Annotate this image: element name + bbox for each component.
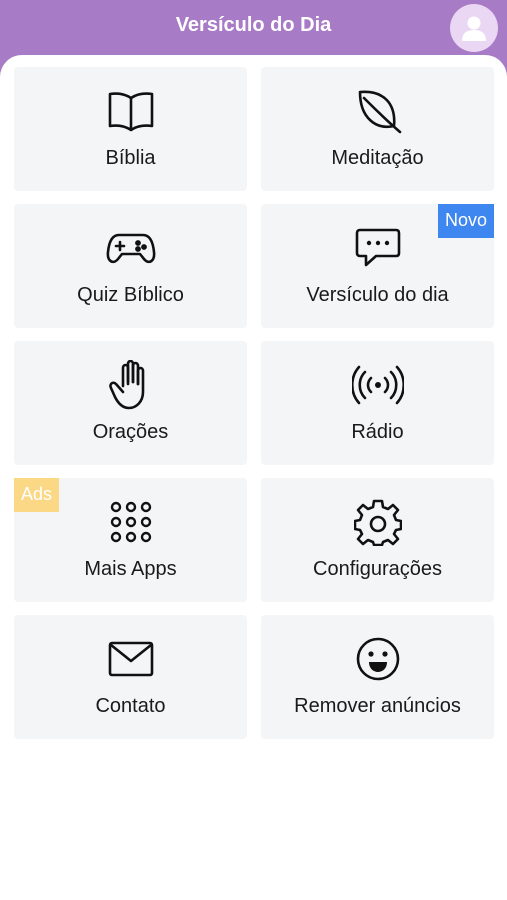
tile-configuracoes[interactable]: Configurações (261, 478, 494, 602)
ads-badge: Ads (14, 478, 60, 512)
tile-label: Orações (92, 421, 169, 443)
menu-grid: Bíblia Meditação Quiz Bíblico Versículo … (0, 55, 507, 900)
tile-oracoes[interactable]: Orações (14, 341, 247, 465)
tile-radio[interactable]: Rádio (261, 341, 494, 465)
tile-label: Mais Apps (84, 558, 177, 580)
avatar[interactable] (450, 4, 498, 52)
radio-broadcast-icon (261, 361, 494, 409)
tile-label: Configurações (313, 558, 442, 580)
tile-label: Contato (95, 695, 166, 717)
tile-label: Remover anúncios (294, 695, 461, 717)
tile-versiculo-do-dia[interactable]: Versículo do dia Novo (261, 204, 494, 328)
tile-biblia[interactable]: Bíblia (14, 67, 247, 191)
tile-label: Quiz Bíblico (77, 284, 184, 306)
app-header: Versículo do Dia (0, 0, 507, 60)
tile-quiz-biblico[interactable]: Quiz Bíblico (14, 204, 247, 328)
tile-label: Bíblia (105, 147, 156, 169)
tile-label: Versículo do dia (306, 284, 449, 306)
hand-icon (14, 360, 247, 410)
smiley-icon (261, 635, 494, 683)
tile-remover-anuncios[interactable]: Remover anúncios (261, 615, 494, 739)
new-badge: Novo (437, 204, 494, 238)
user-icon (459, 13, 489, 43)
tile-contato[interactable]: Contato (14, 615, 247, 739)
page-title: Versículo do Dia (175, 14, 332, 36)
tile-mais-apps[interactable]: Mais Apps Ads (14, 478, 247, 602)
tile-meditacao[interactable]: Meditação (261, 67, 494, 191)
leaf-icon (261, 87, 494, 135)
tile-label: Rádio (351, 421, 404, 443)
gamepad-icon (14, 224, 247, 272)
tile-label: Meditação (331, 147, 424, 169)
book-icon (14, 87, 247, 135)
gear-icon (261, 498, 494, 546)
envelope-icon (14, 635, 247, 683)
